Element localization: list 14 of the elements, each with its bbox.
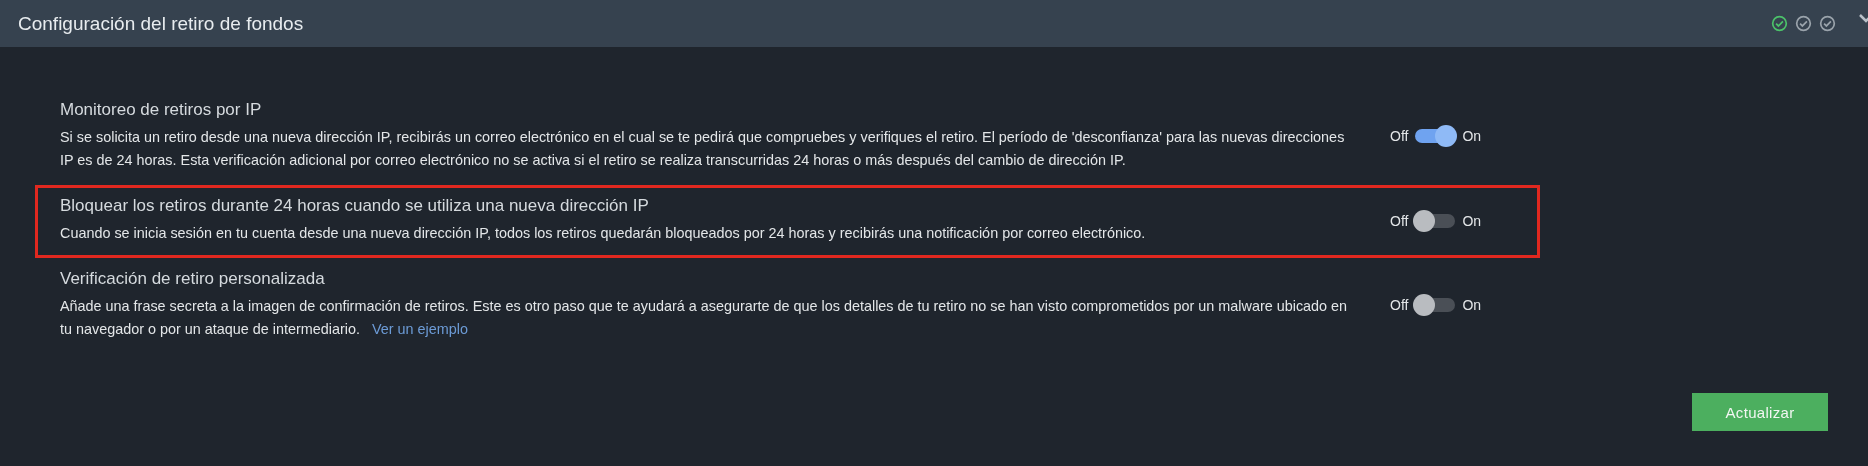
setting-description: Añade una frase secreta a la imagen de confirmación de retiros. Este es otro paso que te ayudará a asegurarte de que los detalles de tu retiro no se han visto comprometidos por un malware ubicado en tu navegador o por un ataque de intermediario. Ver un ejemplo xyxy=(60,297,1349,339)
off-label: Off xyxy=(1390,128,1409,144)
off-label: Off xyxy=(1390,212,1409,229)
on-label: On xyxy=(1462,128,1482,144)
off-label: Off xyxy=(1390,297,1409,313)
setting-title: Bloquear los retiros durante 24 horas cuando se utiliza una nueva dirección IP xyxy=(60,196,650,216)
panel-title: Configuración del retiro de fondos xyxy=(18,12,305,35)
setting-description: Si se solicita un retiro desde una nueva dirección IP, recibirás un correo electrónico en el cual se te pedirá que compruebes y verifiques el retiro. El período de 'desconfianza' para las nuevas direcciones IP es de 24 horas. Esta verificación adicional por correo electrónico no se activa si el retiro se realiza transcurridas 24 horas o más después del cambio de dirección IP. xyxy=(60,128,1346,170)
on-label: On xyxy=(1462,212,1482,229)
setting-description: Cuando se inicia sesión en tu cuenta desde una nueva dirección IP, todos los retiros quedarán bloqueados por 24 horas y recibirás una notificación por correo electrónico. xyxy=(60,224,1147,243)
setting-title: Monitoreo de retiros por IP xyxy=(60,100,263,120)
example-link[interactable]: Ver un ejemplo xyxy=(372,321,468,337)
setting-title: Verificación de retiro personalizada xyxy=(60,269,326,289)
on-label: On xyxy=(1462,297,1482,313)
